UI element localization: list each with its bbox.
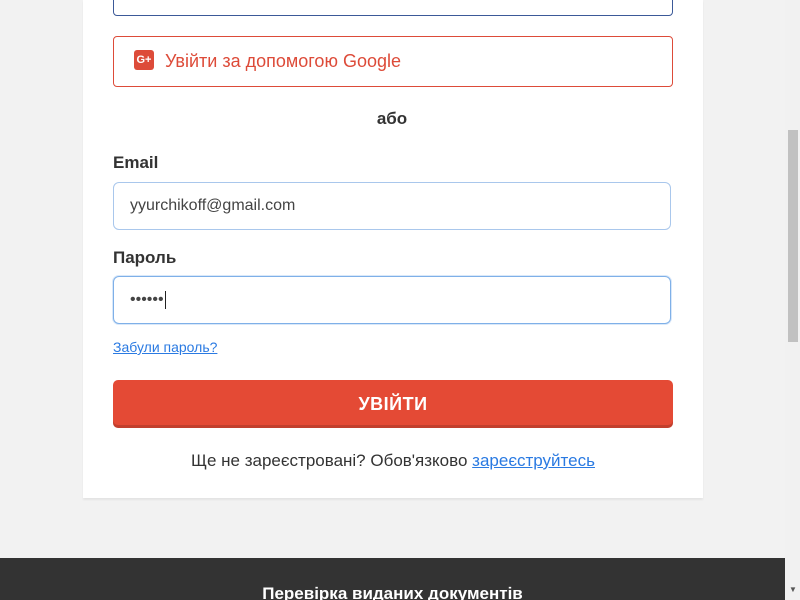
footer: Перевірка виданих документів [0, 558, 785, 600]
footer-title[interactable]: Перевірка виданих документів [0, 584, 785, 600]
password-label: Пароль [113, 248, 177, 267]
google-login-label: Увійти за допомогою Google [165, 51, 401, 71]
page: G+ Увійти за допомогою Google або Email … [0, 0, 800, 600]
text-caret [164, 290, 166, 309]
google-plus-icon: G+ [134, 50, 154, 70]
scroll-down-arrow-icon[interactable]: ▼ [788, 585, 798, 595]
register-prompt-text: Ще не зареєстровані? Обов'язково [191, 451, 468, 470]
password-field-value: •••••• [130, 291, 164, 308]
or-separator: або [376, 109, 408, 128]
password-field[interactable]: •••••• [113, 276, 671, 324]
forgot-password-link[interactable]: Забули пароль? [113, 339, 217, 355]
register-prompt: Ще не зареєстровані? Обов'язково зареєст… [83, 451, 703, 471]
google-login-button[interactable]: G+ Увійти за допомогою Google [113, 36, 673, 87]
register-link[interactable]: зареєструйтесь [472, 451, 595, 470]
scrollbar-thumb[interactable] [788, 130, 798, 342]
email-field-value: yyurchikoff@gmail.com [130, 197, 296, 214]
facebook-login-button[interactable] [113, 0, 673, 16]
email-label: Email [113, 153, 159, 172]
email-field[interactable]: yyurchikoff@gmail.com [113, 182, 671, 230]
login-submit-button[interactable]: УВІЙТИ [113, 380, 673, 428]
